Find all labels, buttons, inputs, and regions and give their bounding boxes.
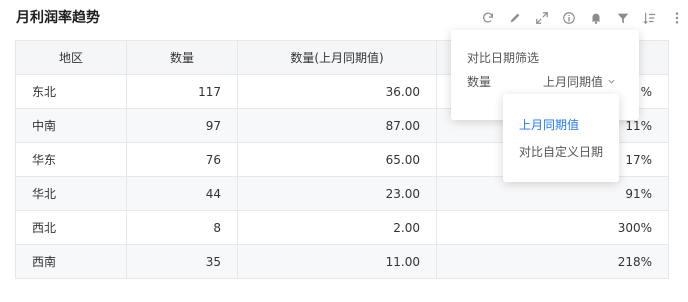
dropdown-option-prev-month[interactable]: 上月同期值 (519, 117, 579, 133)
cell-region: 华北 (15, 176, 127, 211)
compare-select[interactable]: 上月同期值 (543, 74, 616, 90)
expand-icon[interactable] (531, 7, 553, 29)
cell-region: 西北 (15, 210, 127, 245)
more-icon[interactable] (666, 7, 688, 29)
cell-region: 中南 (15, 108, 127, 143)
info-icon[interactable] (558, 7, 580, 29)
cell-prev-quantity: 23.00 (237, 176, 437, 211)
cell-quantity: 97 (126, 108, 238, 143)
bell-icon[interactable] (585, 7, 607, 29)
cell-region: 西南 (15, 244, 127, 279)
compare-popover-title: 对比日期筛选 (467, 51, 540, 65)
cell-quantity: 117 (126, 74, 238, 109)
chevron-down-icon (603, 74, 616, 90)
chart-title: 月利润率趋势 (16, 10, 100, 26)
cell-prev-quantity: 11.00 (237, 244, 437, 279)
dropdown-option-custom-date[interactable]: 对比自定义日期 (519, 144, 603, 160)
column-header-region[interactable]: 地区 (15, 40, 127, 75)
cell-region: 东北 (15, 74, 127, 109)
cell-quantity: 35 (126, 244, 238, 279)
cell-quantity: 44 (126, 176, 238, 211)
cell-prev-quantity: 87.00 (237, 108, 437, 143)
compare-field-label: 数量 (467, 75, 492, 89)
cell-region: 华东 (15, 142, 127, 177)
column-header-prev-quantity[interactable]: 数量(上月同期值) (237, 40, 437, 75)
cell-change: 300% (436, 210, 669, 245)
table-row: 西北 8 2.00 300% (15, 210, 669, 245)
cell-prev-quantity: 2.00 (237, 210, 437, 245)
cell-prev-quantity: 65.00 (237, 142, 437, 177)
toolbar (472, 7, 688, 29)
cell-change: 218% (436, 244, 669, 279)
compare-dropdown-menu: 上月同期值 对比自定义日期 (503, 94, 619, 182)
cell-quantity: 8 (126, 210, 238, 245)
edit-icon[interactable] (504, 7, 526, 29)
sort-icon[interactable] (639, 7, 661, 29)
cell-prev-quantity: 36.00 (237, 74, 437, 109)
table-row: 西南 35 11.00 218% (15, 244, 669, 279)
column-header-quantity[interactable]: 数量 (126, 40, 238, 75)
filter-icon[interactable] (612, 7, 634, 29)
refresh-icon[interactable] (477, 7, 499, 29)
compare-select-value: 上月同期值 (543, 75, 604, 89)
cell-quantity: 76 (126, 142, 238, 177)
